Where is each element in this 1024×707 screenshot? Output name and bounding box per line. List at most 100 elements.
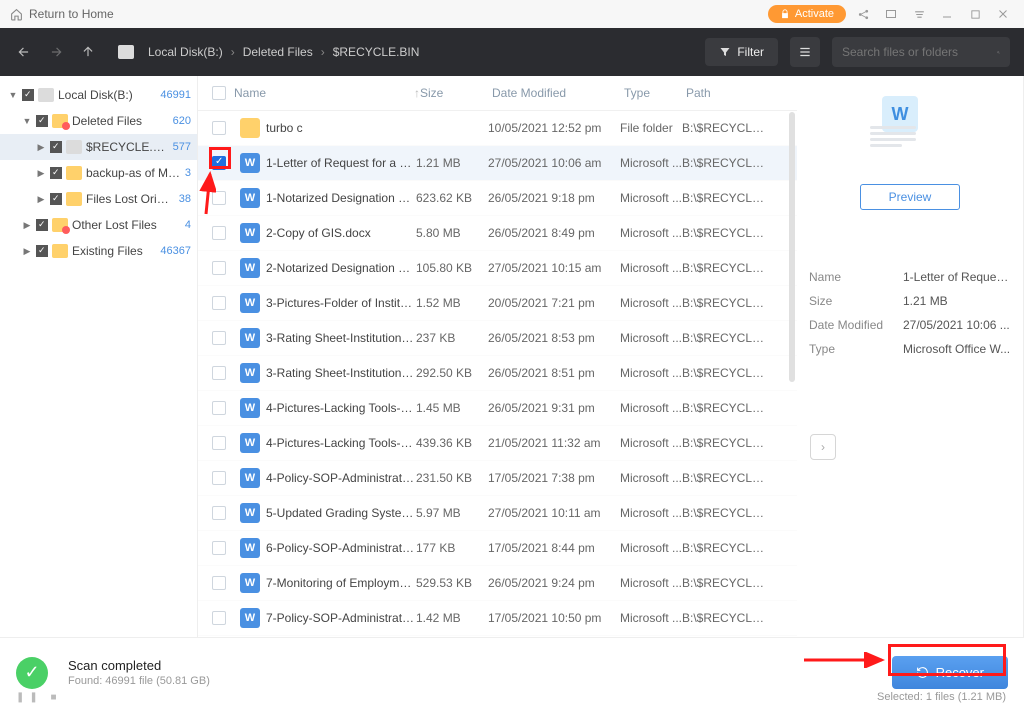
row-checkbox[interactable]: [212, 401, 226, 415]
file-path: B:\$RECYCLE.BIN: [682, 261, 768, 275]
row-checkbox[interactable]: [212, 366, 226, 380]
folder-icon: [240, 118, 260, 138]
pause-stop-controls[interactable]: ❚❚ ■: [16, 692, 62, 703]
tree-checkbox[interactable]: [50, 193, 62, 205]
row-checkbox[interactable]: [212, 436, 226, 450]
file-row[interactable]: W3-Rating Sheet-Institutional Ass...292.…: [198, 356, 797, 391]
tree-item[interactable]: ▶backup-as of May 20213: [0, 160, 197, 186]
triangle-right-icon[interactable]: ▶: [22, 220, 32, 231]
tree-checkbox[interactable]: [36, 219, 48, 231]
breadcrumb-part[interactable]: Local Disk(B:): [148, 45, 223, 59]
file-row[interactable]: W1-Letter of Request for a Stam...1.21 M…: [198, 146, 797, 181]
file-row[interactable]: W4-Pictures-Lacking Tools-Equip...1.45 M…: [198, 391, 797, 426]
tree-checkbox[interactable]: [50, 167, 62, 179]
vertical-scrollbar[interactable]: [789, 112, 795, 382]
nav-up-button[interactable]: [78, 42, 98, 62]
row-checkbox[interactable]: [212, 506, 226, 520]
select-all-checkbox[interactable]: [212, 86, 226, 100]
file-row[interactable]: W2-Notarized Designation of Lia...105.80…: [198, 251, 797, 286]
file-type: Microsoft ...: [620, 226, 682, 240]
menu-icon[interactable]: [908, 3, 930, 25]
next-preview-button[interactable]: ›: [810, 434, 836, 460]
view-toggle-button[interactable]: [790, 37, 820, 67]
row-checkbox[interactable]: [212, 226, 226, 240]
row-checkbox[interactable]: [212, 261, 226, 275]
tree-item[interactable]: ▼Local Disk(B:)46991: [0, 82, 197, 108]
return-home-button[interactable]: Return to Home: [10, 7, 114, 21]
file-row[interactable]: W3-Pictures-Folder of Institution...1.52…: [198, 286, 797, 321]
tree-checkbox[interactable]: [22, 89, 34, 101]
row-checkbox[interactable]: [212, 576, 226, 590]
breadcrumb-part[interactable]: $RECYCLE.BIN: [333, 45, 420, 59]
file-row[interactable]: W4-Policy-SOP-Administration of...231.50…: [198, 461, 797, 496]
triangle-down-icon[interactable]: ▼: [8, 90, 18, 100]
file-name: 5-Updated Grading System-Ev...: [266, 506, 416, 520]
file-date: 17/05/2021 8:44 pm: [488, 541, 620, 555]
file-row[interactable]: W4-Pictures-Lacking Tools-Equip...439.36…: [198, 426, 797, 461]
tree-checkbox[interactable]: [36, 245, 48, 257]
row-checkbox[interactable]: [212, 471, 226, 485]
triangle-right-icon[interactable]: ▶: [36, 168, 46, 179]
tree-item[interactable]: ▶$RECYCLE.BIN577: [0, 134, 197, 160]
column-name[interactable]: Name↑: [234, 86, 420, 100]
tree-item[interactable]: ▼Deleted Files620: [0, 108, 197, 134]
row-checkbox[interactable]: [212, 541, 226, 555]
search-box[interactable]: [832, 37, 1010, 67]
row-checkbox[interactable]: [212, 296, 226, 310]
row-checkbox[interactable]: [212, 121, 226, 135]
close-icon[interactable]: [992, 3, 1014, 25]
filter-button[interactable]: Filter: [705, 38, 778, 66]
row-checkbox[interactable]: [212, 156, 226, 170]
file-type: Microsoft ...: [620, 436, 682, 450]
file-type: Microsoft ...: [620, 191, 682, 205]
file-size: 529.53 KB: [416, 576, 488, 590]
breadcrumb-part[interactable]: Deleted Files: [243, 45, 313, 59]
file-row[interactable]: turbo c10/05/2021 12:52 pmFile folderB:\…: [198, 111, 797, 146]
file-name: 1-Letter of Request for a Stam...: [266, 156, 416, 170]
row-checkbox[interactable]: [212, 191, 226, 205]
file-row[interactable]: W6-Policy-SOP-Administration of...177 KB…: [198, 531, 797, 566]
word-doc-icon: W: [240, 328, 260, 348]
recover-button[interactable]: Recover: [892, 656, 1008, 689]
triangle-right-icon[interactable]: ▶: [36, 194, 46, 205]
file-row[interactable]: W2-Copy of GIS.docx5.80 MB26/05/2021 8:4…: [198, 216, 797, 251]
maximize-icon[interactable]: [964, 3, 986, 25]
column-date[interactable]: Date Modified: [492, 86, 624, 100]
triangle-down-icon[interactable]: ▼: [22, 116, 32, 126]
preview-button[interactable]: Preview: [860, 184, 960, 210]
file-row[interactable]: W7-Policy-SOP-Administration of...1.42 M…: [198, 601, 797, 636]
footer: ✓ Scan completed Found: 46991 file (50.8…: [0, 637, 1024, 707]
navbar: Local Disk(B:) › Deleted Files › $RECYCL…: [0, 28, 1024, 76]
file-row[interactable]: W3-Rating Sheet-Institutional Ass...237 …: [198, 321, 797, 356]
nav-forward-button[interactable]: [46, 42, 66, 62]
row-checkbox[interactable]: [212, 331, 226, 345]
share-icon[interactable]: [852, 3, 874, 25]
minimize-icon[interactable]: [936, 3, 958, 25]
file-size: 5.97 MB: [416, 506, 488, 520]
tree-item-count: 46991: [160, 89, 191, 101]
file-path: B:\$RECYCLE.BIN: [682, 401, 768, 415]
tree-checkbox[interactable]: [50, 141, 62, 153]
tree-item[interactable]: ▶Files Lost Original Direct...38: [0, 186, 197, 212]
triangle-right-icon[interactable]: ▶: [22, 246, 32, 257]
tree-item[interactable]: ▶Existing Files46367: [0, 238, 197, 264]
file-row[interactable]: W1-Notarized Designation of TE...623.62 …: [198, 181, 797, 216]
column-size[interactable]: Size: [420, 86, 492, 100]
column-path[interactable]: Path: [686, 86, 772, 100]
triangle-right-icon[interactable]: ▶: [36, 142, 46, 153]
tree-item[interactable]: ▶Other Lost Files4: [0, 212, 197, 238]
search-input[interactable]: [842, 45, 997, 59]
nav-back-button[interactable]: [14, 42, 34, 62]
folder-icon: [52, 244, 68, 258]
hamburger-icon: [798, 45, 812, 59]
activate-button[interactable]: Activate: [768, 5, 846, 23]
file-date: 27/05/2021 10:06 am: [488, 156, 620, 170]
window-icon[interactable]: [880, 3, 902, 25]
file-row[interactable]: W5-Updated Grading System-Ev...5.97 MB27…: [198, 496, 797, 531]
row-checkbox[interactable]: [212, 611, 226, 625]
chevron-right-icon: ›: [321, 45, 325, 59]
column-type[interactable]: Type: [624, 86, 686, 100]
tree-item-count: 46367: [160, 245, 191, 257]
tree-checkbox[interactable]: [36, 115, 48, 127]
file-row[interactable]: W7-Monitoring of Employment o...529.53 K…: [198, 566, 797, 601]
